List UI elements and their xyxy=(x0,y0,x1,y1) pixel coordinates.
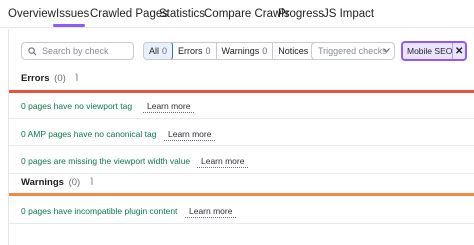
learn-more-link[interactable]: Learn more xyxy=(185,205,237,218)
severity-filter: All0 Errors0 Warnings0 Notices0 xyxy=(143,42,323,60)
active-tab-indicator xyxy=(53,24,85,27)
errors-count: (0) xyxy=(54,73,66,84)
warnings-count: (0) xyxy=(68,177,81,188)
tab-progress[interactable]: Progress xyxy=(278,8,324,20)
tab-statistics[interactable]: Statistics xyxy=(159,8,205,20)
filter-errors-button[interactable]: Errors 0 xyxy=(173,43,217,59)
issue-text[interactable]: 0 pages have no viewport tag xyxy=(21,101,132,111)
issue-row: 0 pages have incompatible plugin content… xyxy=(9,196,474,224)
tab-compare-crawls[interactable]: Compare Crawls xyxy=(204,8,290,20)
content-area: All0 Errors0 Warnings0 Notices0 Triggere… xyxy=(8,29,474,245)
issue-text[interactable]: 0 pages are missing the viewport width v… xyxy=(21,156,190,166)
warnings-title: Warnings xyxy=(21,177,64,188)
chip-close-icon[interactable]: ✕ xyxy=(452,43,465,59)
learn-more-link[interactable]: Learn more xyxy=(143,100,195,113)
top-navigation: Overview Issues Crawled Pages Statistics… xyxy=(0,0,474,28)
info-icon[interactable] xyxy=(89,177,95,186)
search-icon xyxy=(28,47,37,56)
tab-issues[interactable]: Issues xyxy=(56,8,89,20)
learn-more-link[interactable]: Learn more xyxy=(164,128,216,141)
filter-warnings-count: 0 xyxy=(262,46,268,56)
filter-all-label: All xyxy=(149,46,160,56)
filter-errors-label: Errors xyxy=(178,46,203,56)
filter-errors-count: 0 xyxy=(205,46,211,56)
filter-warnings-label: Warnings xyxy=(221,46,260,56)
info-icon[interactable] xyxy=(74,73,80,82)
triggered-checks-dropdown[interactable]: Triggered checks xyxy=(311,42,395,60)
learn-more-link[interactable]: Learn more xyxy=(197,155,249,168)
filter-all-count: 0 xyxy=(162,46,168,56)
tab-overview[interactable]: Overview xyxy=(8,8,56,20)
filter-toolbar: All0 Errors0 Warnings0 Notices0 Triggere… xyxy=(9,41,474,65)
issue-row: 0 pages have no viewport tag Learn more xyxy=(9,93,474,119)
warnings-section-header: Warnings (0) xyxy=(21,177,95,188)
errors-section-header: Errors (0) xyxy=(21,73,80,84)
issue-text[interactable]: 0 pages have incompatible plugin content xyxy=(21,206,177,216)
tab-crawled-pages[interactable]: Crawled Pages xyxy=(90,8,168,20)
issue-row: 0 AMP pages have no canonical tag Learn … xyxy=(9,119,474,146)
issue-row: 0 pages are missing the viewport width v… xyxy=(9,146,474,174)
dropdown-label: Triggered checks xyxy=(318,46,387,56)
chevron-down-icon xyxy=(383,48,390,53)
issues-panel: All0 Errors0 Warnings0 Notices0 Triggere… xyxy=(8,29,474,245)
category-chip-mobile-seo[interactable]: Mobile SEO ✕ xyxy=(401,41,467,61)
search-input[interactable] xyxy=(42,44,130,58)
issue-text[interactable]: 0 AMP pages have no canonical tag xyxy=(21,129,156,139)
filter-notices-label: Notices xyxy=(278,46,309,56)
chip-label: Mobile SEO xyxy=(407,46,453,56)
search-box[interactable] xyxy=(21,42,134,60)
filter-warnings-button[interactable]: Warnings 0 xyxy=(217,43,274,59)
filter-all-button[interactable]: All 0 xyxy=(144,43,174,59)
errors-title: Errors xyxy=(21,73,50,84)
tab-js-impact[interactable]: JS Impact xyxy=(323,8,374,20)
